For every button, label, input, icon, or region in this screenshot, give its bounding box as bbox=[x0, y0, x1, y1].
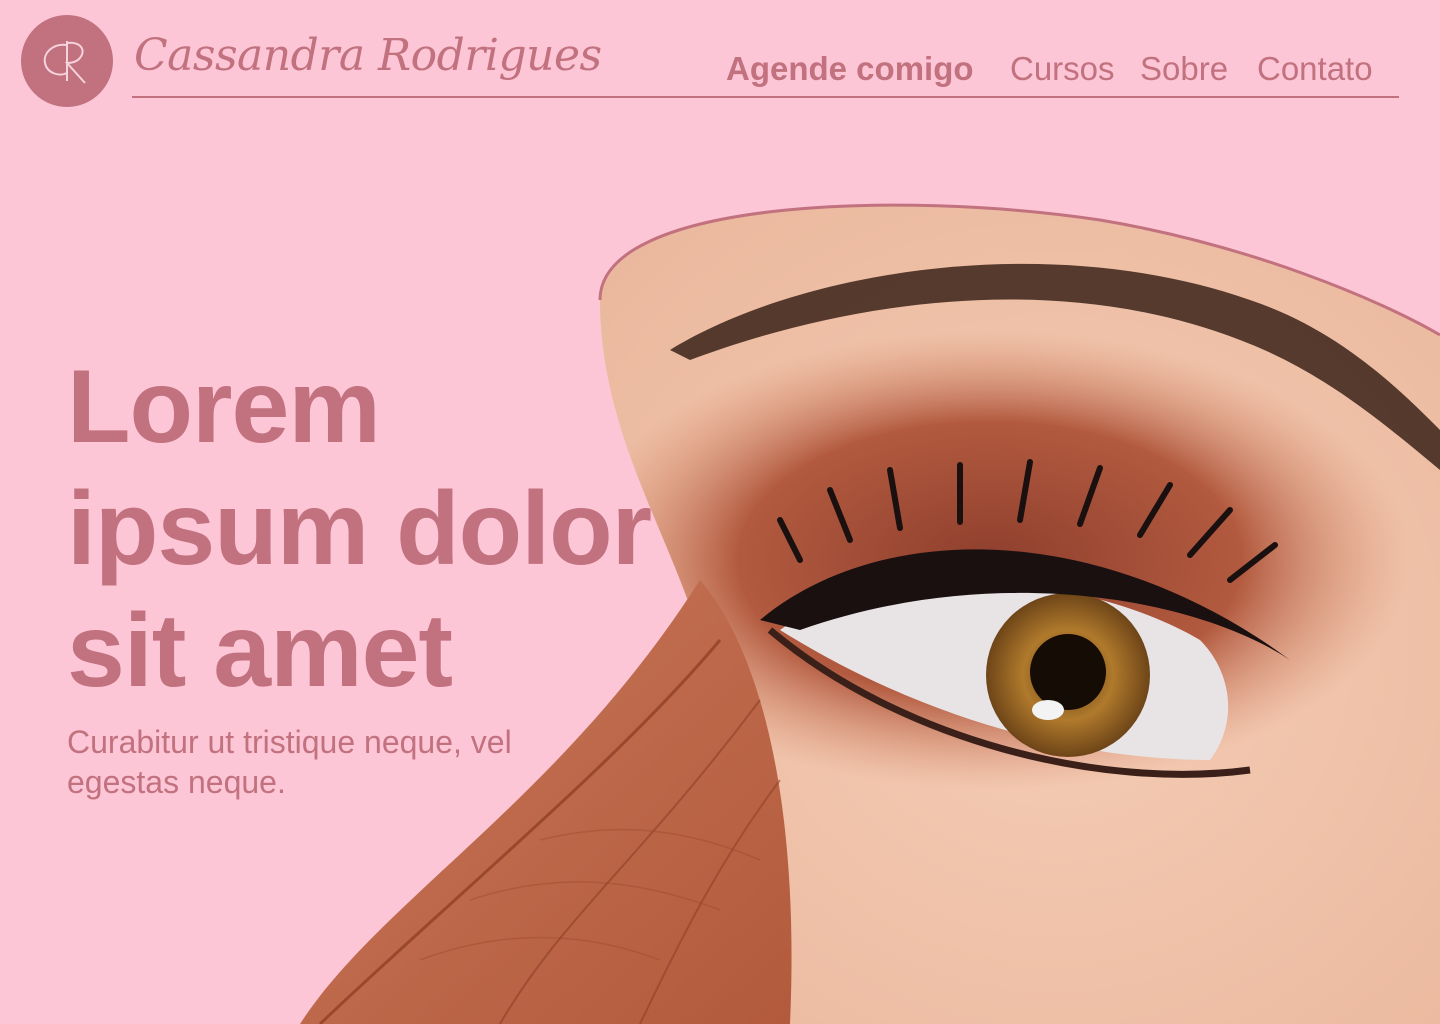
main-nav: Agende comigo Cursos Sobre Contato bbox=[0, 50, 1440, 94]
nav-item-agende-comigo[interactable]: Agende comigo bbox=[726, 50, 974, 88]
nav-item-contato[interactable]: Contato bbox=[1257, 50, 1373, 88]
header-divider bbox=[132, 96, 1399, 98]
hero-title: Lorem ipsum dolor sit amet bbox=[67, 349, 652, 709]
nav-item-cursos[interactable]: Cursos bbox=[1010, 50, 1115, 88]
nav-item-sobre[interactable]: Sobre bbox=[1140, 50, 1228, 88]
hero-subtitle: Curabitur ut tristique neque, vel egesta… bbox=[67, 724, 512, 800]
